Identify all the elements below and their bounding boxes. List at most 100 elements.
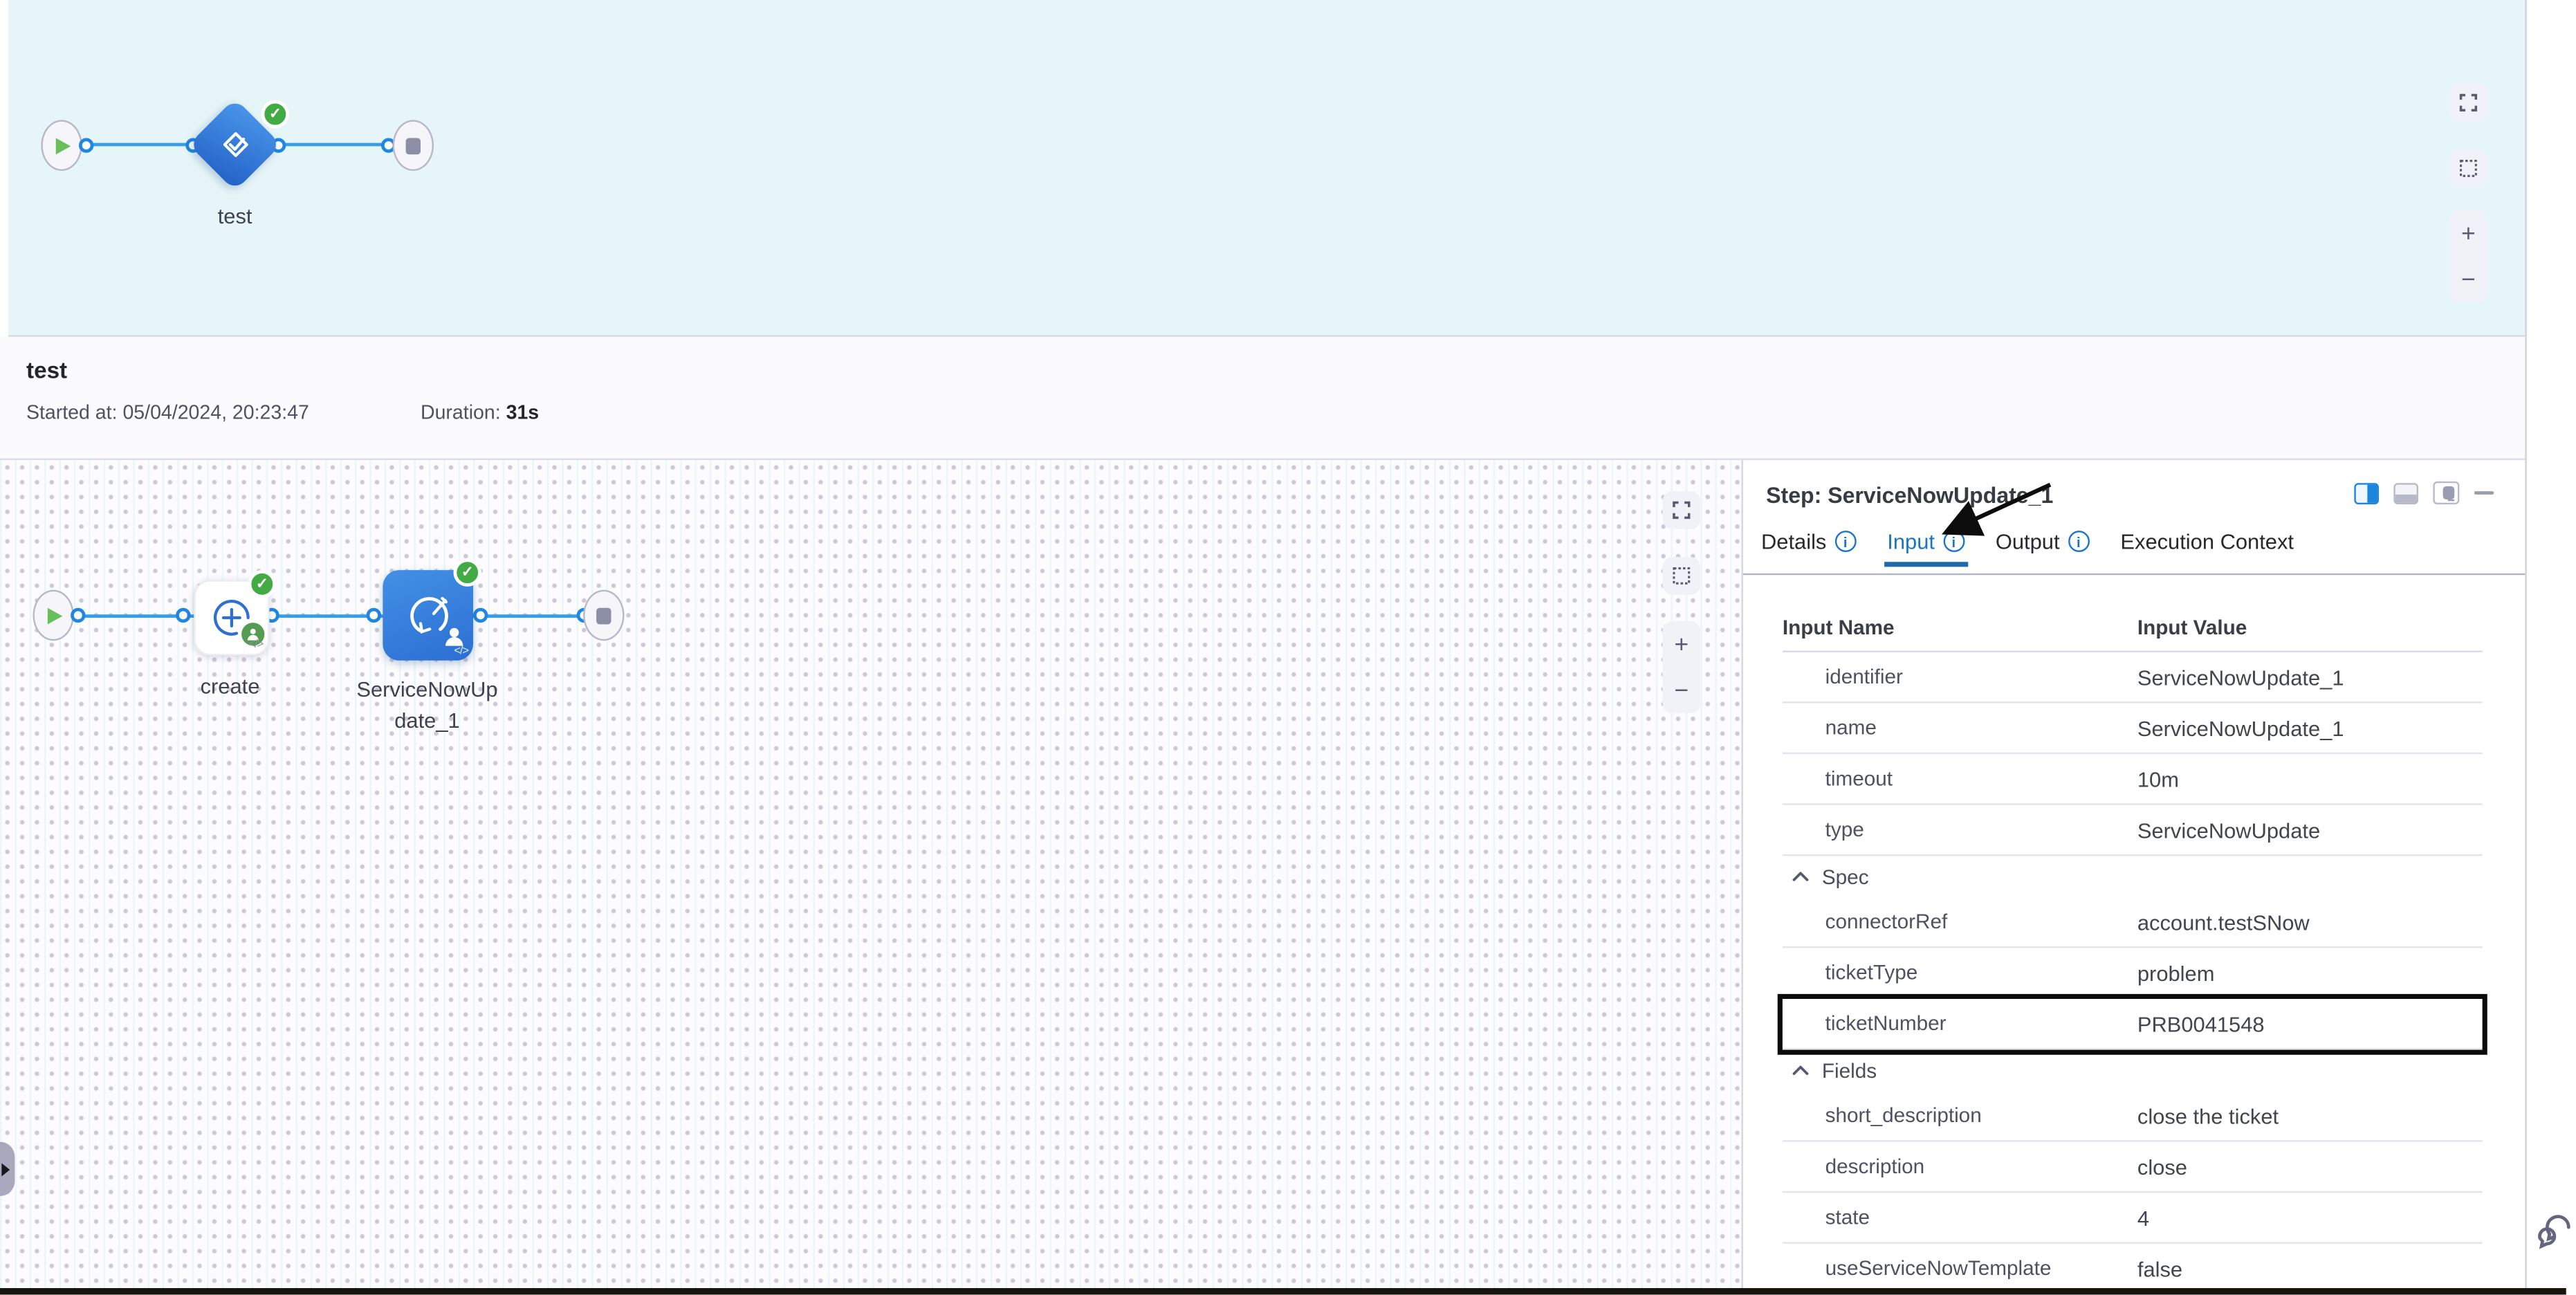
input-value-cell: 10m — [2137, 766, 2179, 791]
info-icon[interactable]: i — [1834, 531, 1856, 552]
table-row-name: name ServiceNowUpdate_1 — [1783, 704, 2483, 755]
table-row-description: description close — [1783, 1142, 2483, 1193]
input-value-cell: ServiceNowUpdate_1 — [2137, 715, 2344, 740]
edge-connector-dot — [472, 608, 487, 623]
step-node-servicenowupdate[interactable]: </> ✓ — [383, 570, 473, 661]
input-name-cell: ticketType — [1783, 961, 2137, 984]
execution-start-node[interactable] — [33, 590, 74, 641]
bottom-edge-strip — [0, 1287, 2566, 1295]
started-at: Started at: 05/04/2024, 20:23:47 — [26, 401, 309, 424]
column-header-input-value: Input Value — [2137, 616, 2247, 639]
left-drawer-handle[interactable] — [0, 1142, 15, 1196]
stop-icon — [596, 607, 610, 624]
fullscreen-button[interactable] — [1663, 491, 1701, 529]
zoom-out-button[interactable]: − — [1674, 678, 1689, 703]
info-icon[interactable]: i — [1943, 531, 1965, 552]
execution-section: </> ✓ create </> ✓ ServiceNowUpdate_1 — [0, 460, 2576, 1295]
chat-bubbles-icon[interactable] — [2533, 1211, 2574, 1251]
zoom-in-button[interactable]: + — [2461, 221, 2476, 246]
column-header-input-name: Input Name — [1783, 616, 2137, 639]
zoom-in-button[interactable]: + — [1674, 632, 1689, 656]
stage-node-label: test — [169, 204, 301, 229]
tab-label: Input — [1887, 529, 1935, 554]
input-value-cell: problem — [2137, 960, 2215, 985]
table-row-type: type ServiceNowUpdate — [1783, 805, 2483, 856]
stop-icon — [405, 137, 419, 154]
play-icon — [48, 607, 62, 624]
input-value-cell: false — [2137, 1256, 2182, 1281]
table-row-state: state 4 — [1783, 1193, 2483, 1244]
tab-label: Execution Context — [2120, 529, 2294, 554]
expand-arrow-icon — [1, 1162, 10, 1175]
input-name-cell: type — [1783, 818, 2137, 841]
input-name-cell: description — [1783, 1155, 2137, 1178]
step-node-label: create — [165, 674, 296, 699]
input-table-body: identifier ServiceNowUpdate_1 name Servi… — [1783, 652, 2483, 1295]
tab-label: Output — [1996, 529, 2060, 554]
panel-tabs: DetailsiInputiOutputiExecution Context — [1758, 529, 2297, 567]
execution-graph-canvas[interactable]: </> ✓ create </> ✓ ServiceNowUpdate_1 — [0, 460, 1742, 1295]
input-name-cell: state — [1783, 1206, 2137, 1229]
minimize-icon[interactable] — [2474, 491, 2494, 495]
page-gutter — [2525, 0, 2576, 1295]
chevron-up-icon[interactable] — [1792, 871, 1822, 883]
step-details-panel: Step: ServiceNowUpdate_1 DetailsiInputiO… — [1742, 460, 2526, 1295]
tab-execution-context[interactable]: Execution Context — [2117, 529, 2297, 567]
table-row-tickettype: ticketType problem — [1783, 948, 2483, 999]
input-value-cell: ServiceNowUpdate_1 — [2137, 665, 2344, 690]
marquee-select-button[interactable] — [1663, 557, 1701, 595]
input-name-cell: timeout — [1783, 767, 2137, 790]
marquee-select-button[interactable] — [2449, 149, 2487, 187]
table-group-row-fields[interactable]: Fields — [1783, 1050, 2483, 1091]
edge-connector-dot — [365, 608, 380, 623]
zoom-controls: + − — [1663, 621, 1701, 713]
table-row-timeout: timeout 10m — [1783, 754, 2483, 805]
panel-title: Step: ServiceNowUpdate_1 — [1766, 483, 2053, 508]
input-table: Input Name Input Value identifier Servic… — [1783, 605, 2483, 1295]
fullscreen-button[interactable] — [2449, 84, 2487, 122]
step-node-label: ServiceNowUpdate_1 — [351, 674, 503, 736]
fullscreen-icon — [1673, 501, 1691, 519]
floating-view-icon[interactable] — [2433, 481, 2459, 504]
table-header: Input Name Input Value — [1783, 605, 2483, 652]
stage-node-test[interactable]: ✓ — [202, 112, 268, 178]
table-group-row-spec[interactable]: Spec — [1783, 856, 2483, 897]
split-view-horizontal-icon[interactable] — [2393, 482, 2418, 504]
split-view-vertical-icon[interactable] — [2354, 482, 2379, 504]
step-node-create[interactable]: </> ✓ — [194, 580, 269, 655]
input-name-cell: name — [1783, 717, 2137, 740]
input-value-cell: close — [2137, 1154, 2187, 1179]
edge-connector-dot — [175, 608, 190, 623]
input-name-cell: connectorRef — [1783, 910, 2137, 933]
tab-label: Details — [1761, 529, 1826, 554]
stage-graph-canvas[interactable]: ✓ test + − — [8, 0, 2526, 337]
tab-details[interactable]: Details i — [1758, 529, 1859, 567]
code-icon: </> — [249, 639, 263, 651]
input-value-cell: ServiceNowUpdate — [2137, 818, 2320, 843]
success-check-badge: ✓ — [248, 570, 276, 598]
success-check-badge: ✓ — [454, 559, 481, 587]
fullscreen-icon — [2459, 93, 2477, 111]
input-value-cell: PRB0041548 — [2137, 1011, 2265, 1036]
table-row-ticketnumber-highlighted: ticketNumber PRB0041548 — [1783, 999, 2483, 1050]
input-name-cell: ticketNumber — [1783, 1012, 2137, 1035]
group-label: Fields — [1822, 1059, 1877, 1082]
pipeline-end-node[interactable] — [392, 120, 432, 171]
panel-layout-controls — [2354, 481, 2494, 504]
info-icon[interactable]: i — [2068, 531, 2089, 552]
input-name-cell: short_description — [1783, 1104, 2137, 1127]
table-row-identifier: identifier ServiceNowUpdate_1 — [1783, 652, 2483, 704]
tab-output[interactable]: Outputi — [1992, 529, 2092, 567]
edge-connector-dot — [70, 608, 84, 623]
chevron-up-icon[interactable] — [1792, 1065, 1822, 1076]
execution-end-node[interactable] — [582, 590, 623, 641]
pipeline-start-node[interactable] — [41, 120, 82, 171]
tab-input[interactable]: Inputi — [1884, 529, 1968, 567]
marquee-selection-icon — [1673, 567, 1691, 585]
app-root: ✓ test + − test Started at: 05/04/2024, … — [0, 0, 2576, 1295]
group-label: Spec — [1822, 865, 1869, 888]
zoom-controls: + − — [2449, 210, 2487, 302]
zoom-out-button[interactable]: − — [2461, 267, 2476, 292]
marquee-selection-icon — [2459, 159, 2477, 177]
approval-check-icon — [217, 127, 255, 165]
